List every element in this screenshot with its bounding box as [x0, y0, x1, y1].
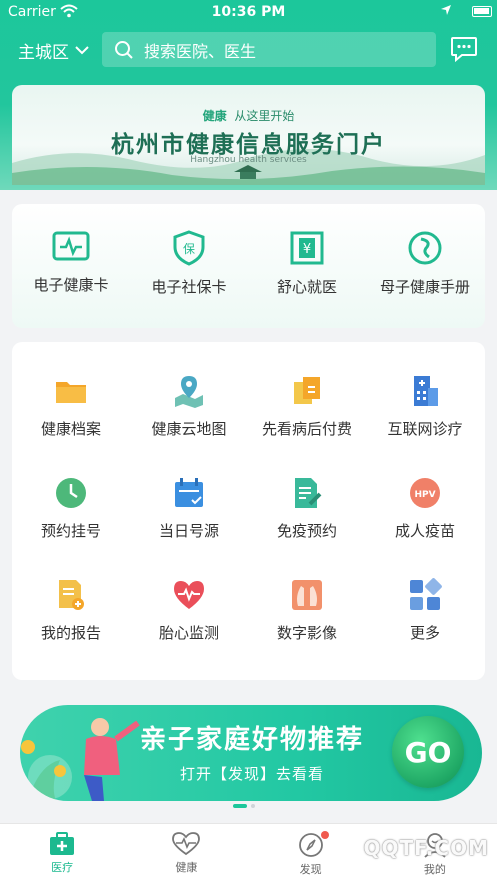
quick-label: 舒心就医 [276, 278, 337, 296]
quick-label: 母子健康手册 [379, 278, 470, 296]
more-icon [410, 578, 442, 610]
service-item[interactable]: 互联网诊疗 [366, 374, 484, 439]
banner-title: 杭州市健康信息服务门户 [111, 131, 386, 158]
banner-subtitle: Hangzhou health services [190, 155, 307, 165]
banner-tagline: 健康 从这里开始 [202, 109, 295, 123]
service-item[interactable]: 当日号源 [130, 476, 248, 541]
tab-label: 我的 [423, 863, 446, 876]
quick-health-card[interactable]: 电子健康卡 [12, 230, 130, 297]
search-bar[interactable]: 搜索医院、医生 [102, 32, 436, 67]
service-label: 成人疫苗 [394, 522, 455, 540]
service-item[interactable]: 健康档案 [12, 374, 130, 439]
service-item[interactable]: HPV 成人疫苗 [366, 476, 484, 541]
quick-social-card[interactable]: 保 电子社保卡 [130, 230, 248, 297]
service-item[interactable]: 健康云地图 [130, 374, 248, 439]
service-label: 当日号源 [158, 522, 219, 540]
carousel-dot [251, 804, 255, 808]
service-label: 我的报告 [40, 624, 101, 642]
promo-title: 亲子家庭好物推荐 [140, 725, 365, 755]
service-label: 互联网诊疗 [387, 420, 463, 438]
service-item[interactable]: 先看病后付费 [248, 374, 366, 439]
xray-icon [292, 580, 322, 610]
clock: 10:36 PM [211, 4, 286, 20]
service-item[interactable]: 更多 [366, 578, 484, 643]
quick-mother-child[interactable]: 母子健康手册 [366, 230, 484, 297]
map-icon [175, 376, 203, 408]
service-item[interactable]: 我的报告 [12, 578, 130, 643]
service-label: 数字影像 [276, 624, 337, 642]
service-item[interactable]: 胎心监测 [130, 578, 248, 643]
heart-pulse-icon [172, 832, 201, 856]
tab-discover[interactable]: 发现 [249, 824, 373, 883]
service-label: 胎心监测 [158, 624, 219, 642]
quick-easy-visit[interactable]: ¥ 舒心就医 [248, 230, 366, 297]
search-placeholder: 搜索医院、医生 [144, 41, 257, 61]
pay-later-icon [294, 377, 320, 404]
calendar-icon [175, 478, 203, 507]
promo-banner[interactable]: 亲子家庭好物推荐 打开【发现】去看看 GO [20, 705, 482, 801]
notification-dot [320, 831, 329, 839]
carousel-indicator [233, 804, 255, 808]
service-item[interactable]: 免疫预约 [248, 476, 366, 541]
tab-label: 医疗 [51, 861, 74, 874]
battery-icon [472, 6, 492, 17]
quick-label: 电子健康卡 [33, 276, 109, 294]
service-label: 先看病后付费 [261, 420, 352, 438]
services-grid-card: 健康档案 健康云地图 先看病后付费 互联网诊疗 预约挂号 当日号源 免疫预约 H… [12, 342, 485, 680]
svg-text:HPV: HPV [414, 490, 435, 500]
social-security-icon: 保 [173, 230, 205, 266]
folder-icon [56, 382, 86, 403]
svg-text:¥: ¥ [303, 242, 311, 257]
svg-text:保: 保 [183, 242, 195, 256]
quick-services-card: 电子健康卡 保 电子社保卡 ¥ 舒心就医 母子健康手册 [12, 204, 485, 328]
location-arrow-icon [440, 4, 452, 20]
service-label: 免疫预约 [276, 522, 337, 540]
tab-label: 健康 [175, 861, 198, 874]
service-label: 健康档案 [40, 420, 101, 438]
medical-kit-icon [50, 832, 75, 855]
service-item[interactable]: 数字影像 [248, 578, 366, 643]
health-card-icon [52, 231, 90, 261]
promo-illustration [21, 718, 140, 801]
chevron-down-icon [75, 46, 89, 55]
carousel-dot-active [233, 804, 247, 808]
service-label: 预约挂号 [40, 522, 101, 540]
service-item[interactable]: 预约挂号 [12, 476, 130, 541]
tab-label: 发现 [299, 863, 322, 876]
go-button[interactable]: GO [392, 716, 464, 788]
report-icon [59, 580, 84, 610]
status-bar: Carrier 10:36 PM [0, 0, 497, 26]
hospital-icon [414, 376, 438, 406]
tab-medical[interactable]: 医疗 [0, 824, 124, 883]
heart-monitor-icon [174, 581, 204, 609]
service-label: 健康云地图 [151, 420, 227, 438]
promo-subtitle: 打开【发现】去看看 [180, 765, 325, 783]
message-icon[interactable] [450, 36, 478, 63]
service-label: 更多 [409, 624, 440, 642]
watermark: QQTF.COM [363, 836, 489, 860]
hpv-icon: HPV [410, 478, 440, 508]
quick-label: 电子社保卡 [151, 278, 227, 296]
tab-health[interactable]: 健康 [124, 824, 248, 883]
compass-icon [298, 833, 323, 857]
payment-icon: ¥ [290, 231, 324, 265]
portal-banner[interactable]: 健康 从这里开始 杭州市健康信息服务门户 Hangzhou health ser… [12, 85, 485, 185]
clock-icon [56, 478, 86, 508]
search-icon [115, 40, 133, 59]
vaccine-doc-icon [295, 478, 322, 508]
city-label: 主城区 [18, 43, 69, 63]
mother-child-icon [408, 231, 442, 265]
city-selector[interactable]: 主城区 [18, 38, 89, 63]
